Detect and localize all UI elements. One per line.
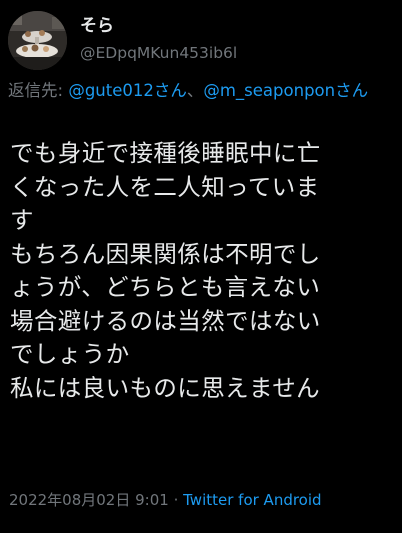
timestamp[interactable]: 2022年08月02日 9:01 xyxy=(9,491,169,509)
reply-to-line: 返信先: @gute012さん、@m_seaponponさん xyxy=(8,80,398,102)
display-name[interactable]: そら xyxy=(80,16,237,36)
mention-link-gute012[interactable]: @gute012さん xyxy=(68,81,187,100)
tweet-meta: 2022年08月02日 9:01 · Twitter for Android xyxy=(9,490,322,510)
reply-to-label: 返信先: xyxy=(8,81,69,100)
tweet-detail: そら @EDpqMKun453ib6l 返信先: @gute012さん、@m_s… xyxy=(0,0,402,533)
author-info[interactable]: そら @EDpqMKun453ib6l xyxy=(80,16,237,63)
mention-link-m-seaponpon[interactable]: @m_seaponponさん xyxy=(203,81,368,100)
source-link[interactable]: Twitter for Android xyxy=(183,491,321,509)
meta-separator-dot: · xyxy=(168,491,184,509)
reply-separator: 、 xyxy=(186,81,204,100)
user-handle[interactable]: @EDpqMKun453ib6l xyxy=(80,43,237,63)
avatar[interactable] xyxy=(8,11,67,70)
avatar-image xyxy=(8,11,67,70)
tweet-text: でも身近で接種後睡眠中に亡 くなった人を二人知っていま す もちろん因果関係は不… xyxy=(10,139,321,402)
